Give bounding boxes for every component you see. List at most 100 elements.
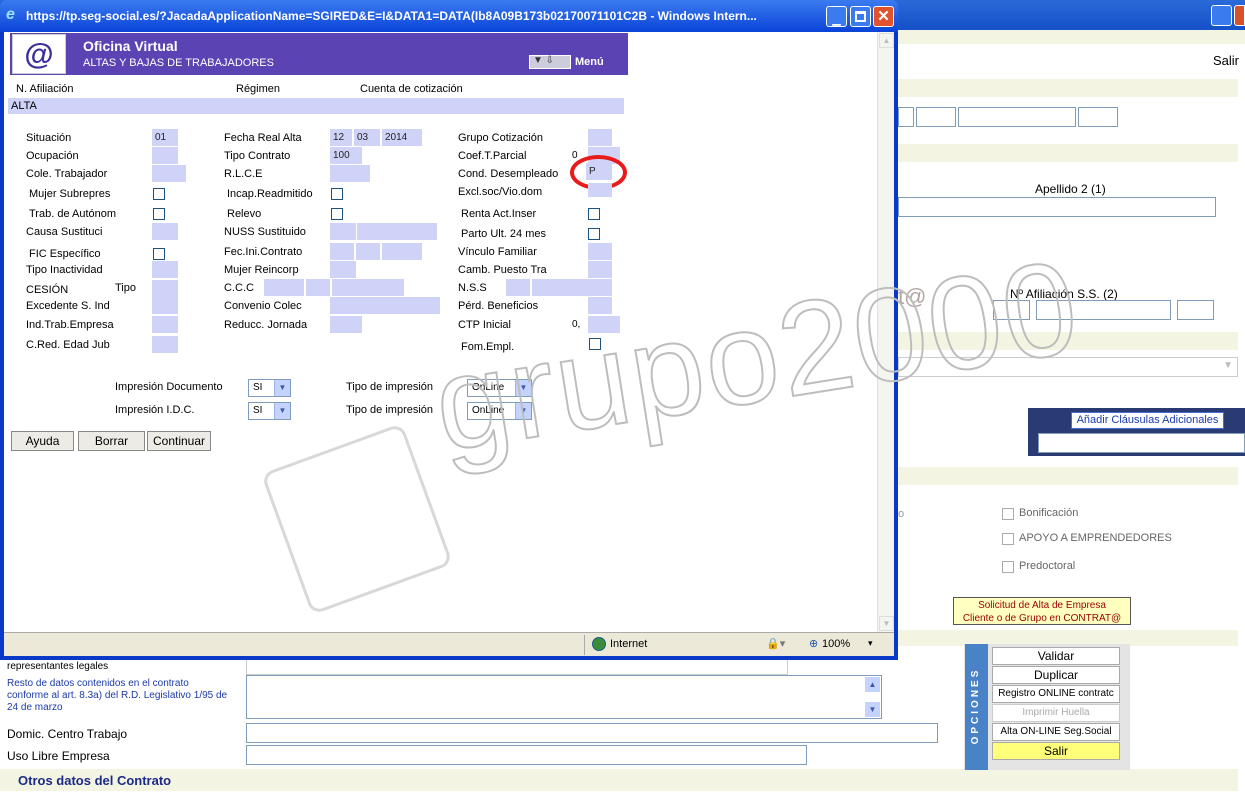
opciones-salir-button[interactable]: Salir bbox=[992, 742, 1120, 760]
nuss-field-a[interactable] bbox=[330, 223, 356, 240]
duplicar-button[interactable]: Duplicar bbox=[992, 666, 1120, 684]
label-nuss: NUSS Sustituido bbox=[224, 226, 306, 238]
ccc-field-b[interactable] bbox=[306, 279, 330, 296]
validar-button[interactable]: Validar bbox=[992, 647, 1120, 665]
situacion-field[interactable]: 01 bbox=[152, 129, 178, 146]
bg-field-b[interactable] bbox=[916, 107, 956, 127]
label-ocupacion: Ocupación bbox=[26, 150, 79, 162]
chevron-down-icon: ▼ bbox=[274, 403, 290, 419]
label-tipo-imp-1: Tipo de impresión bbox=[346, 381, 434, 393]
registro-online-button[interactable]: Registro ONLINE contratc bbox=[992, 685, 1120, 703]
parto-checkbox[interactable] bbox=[588, 228, 600, 240]
bg-solicitud-alta-button[interactable]: Solicitud de Alta de Empresa Cliente o d… bbox=[953, 597, 1131, 625]
tipo-inact-field[interactable] bbox=[152, 261, 178, 278]
ccc-field-c[interactable] bbox=[332, 279, 404, 296]
mujer-rein-field[interactable] bbox=[330, 261, 356, 278]
label-situacion: Situación bbox=[26, 132, 72, 144]
fecha-mes-field[interactable]: 03 bbox=[354, 129, 380, 146]
popup-maximize-button[interactable] bbox=[850, 6, 871, 27]
zoom-level[interactable]: 100% bbox=[822, 638, 850, 650]
bg-predoctoral-checkbox[interactable] bbox=[1002, 561, 1014, 573]
scroll-down-icon[interactable]: ▼ bbox=[879, 616, 894, 631]
zoom-icon[interactable]: ⊕ bbox=[809, 637, 818, 650]
popup-minimize-button[interactable]: ▁ bbox=[826, 6, 847, 27]
bg-salir-button[interactable]: Salir bbox=[1203, 53, 1245, 69]
bg-resto-datos-textarea[interactable]: ▲ ▼ bbox=[246, 675, 882, 719]
imprimir-huella-button[interactable]: Imprimir Huella bbox=[992, 704, 1120, 722]
mujer-sub-checkbox[interactable] bbox=[153, 188, 165, 200]
nuss-field-b[interactable] bbox=[357, 223, 437, 240]
label-incap: Incap.Readmitido bbox=[227, 188, 313, 200]
scroll-down-icon[interactable]: ▼ bbox=[865, 702, 880, 717]
alta-online-button[interactable]: Alta ON-LINE Seg.Social bbox=[992, 723, 1120, 741]
relevo-checkbox[interactable] bbox=[331, 208, 343, 220]
ccc-field-a[interactable] bbox=[264, 279, 304, 296]
fecha-anio-field[interactable]: 2014 bbox=[382, 129, 422, 146]
reducc-field[interactable] bbox=[330, 316, 362, 333]
impresion-doc-select[interactable]: SI ▼ bbox=[248, 379, 291, 397]
fec-ini-dia-field[interactable] bbox=[330, 243, 354, 260]
bg-field-d[interactable] bbox=[1078, 107, 1118, 127]
logo-icon: @ bbox=[12, 34, 66, 74]
impresion-idc-value: SI bbox=[253, 405, 263, 416]
excl-field[interactable] bbox=[588, 183, 612, 197]
nss-field-b[interactable] bbox=[532, 279, 612, 296]
impresion-idc-select[interactable]: SI ▼ bbox=[248, 402, 291, 420]
cole-field[interactable] bbox=[152, 165, 186, 182]
bg-bonificacion-label: Bonificación bbox=[1019, 507, 1079, 519]
bg-field-a[interactable] bbox=[898, 107, 914, 127]
incap-checkbox[interactable] bbox=[331, 188, 343, 200]
bg-apellido2-field[interactable] bbox=[898, 197, 1216, 217]
ayuda-button[interactable]: Ayuda bbox=[11, 431, 74, 451]
camb-field[interactable] bbox=[588, 261, 612, 278]
bg-representantes-label: representantes legales bbox=[7, 661, 109, 672]
label-reducc: Reducc. Jornada bbox=[224, 319, 308, 331]
vinculo-field[interactable] bbox=[588, 243, 612, 260]
bg-domic-field[interactable] bbox=[246, 723, 938, 743]
bg-bonificacion-checkbox[interactable] bbox=[1002, 508, 1014, 520]
bg-band-3 bbox=[898, 144, 1238, 162]
grupo-field[interactable] bbox=[588, 129, 612, 146]
label-impresion-idc: Impresión I.D.C. bbox=[115, 404, 195, 416]
bg-clausulas-field[interactable] bbox=[1038, 433, 1245, 453]
popup-close-button[interactable]: ✕ bbox=[873, 6, 894, 27]
menu-button[interactable]: ▼ ⇩ bbox=[529, 55, 571, 69]
scroll-up-icon[interactable]: ▲ bbox=[879, 33, 894, 48]
tipo-field[interactable] bbox=[152, 280, 178, 297]
bg-minimize-button[interactable] bbox=[1211, 5, 1232, 26]
impresion-doc-value: SI bbox=[253, 382, 263, 393]
col-afiliacion: N. Afiliación bbox=[16, 83, 74, 95]
trab-aut-checkbox[interactable] bbox=[153, 208, 165, 220]
fic-checkbox[interactable] bbox=[153, 248, 165, 260]
security-icon[interactable]: 🔒▾ bbox=[766, 637, 785, 650]
continuar-button[interactable]: Continuar bbox=[147, 431, 211, 451]
scroll-up-icon[interactable]: ▲ bbox=[865, 677, 880, 692]
renta-checkbox[interactable] bbox=[588, 208, 600, 220]
popup-title: https://tp.seg-social.es/?JacadaApplicat… bbox=[26, 9, 757, 23]
bg-anadir-clausulas-button[interactable]: Añadir Cláusulas Adicionales bbox=[1071, 412, 1224, 429]
nss-field-a[interactable] bbox=[506, 279, 530, 296]
tipo-contrato-field[interactable]: 100 bbox=[330, 147, 362, 164]
zoom-chevron-icon[interactable]: ▾ bbox=[868, 638, 873, 649]
causa-field[interactable] bbox=[152, 223, 178, 240]
bg-close-button[interactable] bbox=[1234, 5, 1245, 26]
convenio-field[interactable] bbox=[330, 297, 440, 314]
bg-field-c[interactable] bbox=[958, 107, 1076, 127]
bg-resto-datos-label: Resto de datos contenidos en el contrato… bbox=[7, 678, 228, 713]
bg-afil-field-c[interactable] bbox=[1177, 300, 1214, 320]
bg-apoyo-checkbox[interactable] bbox=[1002, 533, 1014, 545]
excedente-field[interactable] bbox=[152, 297, 178, 314]
chevron-down-icon: ▼ bbox=[1223, 360, 1233, 371]
cred-field[interactable] bbox=[152, 336, 178, 353]
fec-ini-anio-field[interactable] bbox=[382, 243, 422, 260]
borrar-button[interactable]: Borrar bbox=[78, 431, 145, 451]
bg-solicitud-line2: Cliente o de Grupo en CONTRAT@ bbox=[962, 613, 1122, 624]
bg-uso-libre-field[interactable] bbox=[246, 745, 807, 765]
label-camb: Camb. Puesto Tra bbox=[458, 264, 547, 276]
fec-ini-mes-field[interactable] bbox=[356, 243, 380, 260]
ocupacion-field[interactable] bbox=[152, 147, 178, 164]
label-cole: Cole. Trabajador bbox=[26, 168, 108, 180]
fecha-dia-field[interactable]: 12 bbox=[330, 129, 352, 146]
rlce-field[interactable] bbox=[330, 165, 370, 182]
ind-trab-field[interactable] bbox=[152, 316, 178, 333]
